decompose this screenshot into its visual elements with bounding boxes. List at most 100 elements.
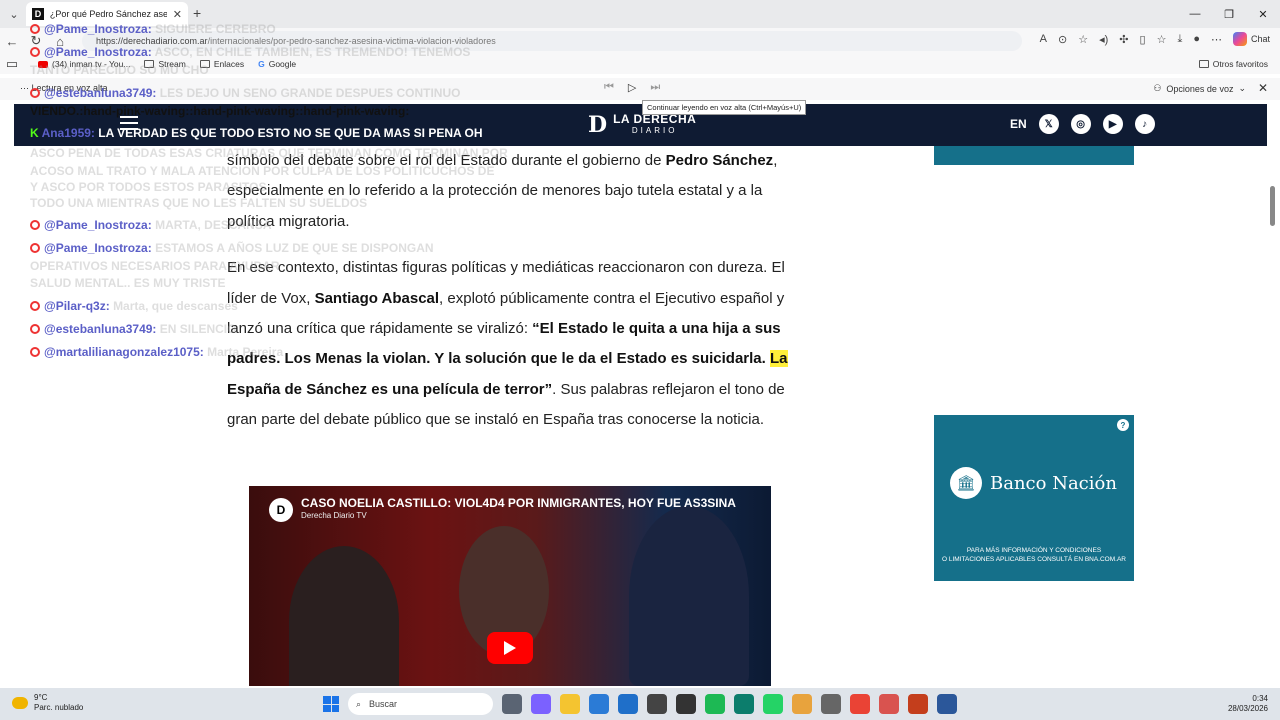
time: 0:34: [1252, 694, 1268, 703]
app-icon[interactable]: [705, 694, 725, 714]
bank-icon: 🏛: [950, 467, 982, 499]
taskbar-search[interactable]: ⌕ Buscar: [348, 693, 493, 715]
collections-icon[interactable]: ☆: [1157, 33, 1167, 46]
windows-start-icon[interactable]: [323, 696, 339, 712]
chat-text: TANTO PARECIDO SO MU CHO: [30, 63, 209, 77]
chat-message: ASCO PENA DE TODAS ESAS CRIATURAS QUE TE…: [30, 146, 508, 160]
chevron-down-icon: ⌄: [1238, 83, 1246, 93]
close-window-icon[interactable]: ✕: [1246, 0, 1280, 28]
chat-text: SIGUIERE CEREBRO: [155, 22, 276, 36]
new-tab-icon[interactable]: +: [193, 5, 201, 21]
chat-message: @Pame_Inostroza: MARTA, DESCANSA: [30, 218, 272, 232]
chat-message: TODO UNA MIENTRAS QUE NO LES FALTEN SU S…: [30, 196, 367, 210]
copilot-chat-button[interactable]: Chat: [1232, 32, 1270, 46]
whatsapp-icon[interactable]: [763, 694, 783, 714]
kick-icon: K: [30, 126, 39, 140]
chat-message: TANTO PARECIDO SO MU CHO: [30, 63, 209, 77]
channel-avatar[interactable]: D: [269, 498, 293, 522]
chat-user: @Pame_Inostroza:: [44, 45, 152, 59]
chat-user: @Pame_Inostroza:: [44, 22, 152, 36]
close-tab-icon[interactable]: ✕: [173, 8, 182, 21]
other-favorites[interactable]: Otros favoritos: [1198, 59, 1268, 69]
youtube-icon: [30, 24, 40, 34]
chat-text: VIENDO.:hand-pink-waving::hand-pink-wavi…: [30, 104, 410, 118]
task-view-icon[interactable]: [502, 694, 522, 714]
ad-info-icon[interactable]: ?: [1117, 419, 1129, 431]
extensions-icon[interactable]: ⊙: [1058, 33, 1067, 46]
system-clock[interactable]: 0:34 28/03/2026: [1228, 694, 1268, 714]
edge-icon[interactable]: [734, 694, 754, 714]
tab-list-icon[interactable]: ▭: [0, 56, 24, 72]
voice-options-button[interactable]: ⚇ Opciones de voz ⌄: [1153, 83, 1246, 94]
favorite-label: Google: [268, 59, 297, 69]
favorite-star-icon[interactable]: ☆: [1078, 33, 1088, 46]
chat-message: VIENDO.:hand-pink-waving::hand-pink-wavi…: [30, 104, 409, 118]
next-paragraph-icon[interactable]: ⏭: [650, 81, 660, 94]
logo-mark-icon: D: [588, 112, 608, 138]
chrome-icon[interactable]: [792, 694, 812, 714]
more-menu-icon[interactable]: ⋯: [1211, 33, 1222, 46]
chat-text: SALUD MENTAL.. ES MUY TRISTE: [30, 276, 226, 290]
x-twitter-icon[interactable]: 𝕏: [1038, 114, 1059, 134]
play-icon: [504, 641, 516, 655]
bold-text: Santiago Abascal: [314, 289, 440, 307]
youtube-icon: [30, 220, 40, 230]
tab-actions-icon[interactable]: ⌄: [0, 0, 28, 28]
ad-banner-top[interactable]: [934, 146, 1134, 165]
minimize-icon[interactable]: —: [1178, 0, 1212, 28]
chat-message: @Pilar-q3z: Marta, que descanses: [30, 299, 238, 313]
close-read-aloud-icon[interactable]: ✕: [1258, 81, 1268, 95]
search-placeholder: Buscar: [369, 699, 398, 709]
youtube-play-button[interactable]: [487, 632, 533, 664]
split-screen-icon[interactable]: ▯: [1140, 33, 1146, 46]
maximize-icon[interactable]: ❐: [1212, 0, 1246, 28]
store-icon[interactable]: [589, 694, 609, 714]
file-explorer-icon[interactable]: [560, 694, 580, 714]
site-logo[interactable]: D LA DERECHA DIARIO: [588, 112, 696, 138]
chat-message: Y ASCO POR TODOS ESTOS PARASITOS: [30, 180, 267, 194]
weather-status: Parc. nublado: [34, 703, 84, 712]
chrome-icon[interactable]: [850, 694, 870, 714]
favorite-google[interactable]: G Google: [258, 59, 296, 69]
powerpoint-icon[interactable]: [908, 694, 928, 714]
windows-taskbar: 9°C Parc. nublado ⌕ Buscar 0:34 28/03/2026: [0, 688, 1280, 720]
download-icon[interactable]: ⤓: [1177, 33, 1182, 46]
app-icon[interactable]: [647, 694, 667, 714]
scrollbar-thumb[interactable]: [1270, 186, 1275, 226]
chat-message: @estebanluna3749: LES DEJO UN SENO GRAND…: [30, 86, 460, 100]
page-scrollbar[interactable]: [1268, 146, 1276, 686]
chat-user: Ana1959:: [41, 126, 95, 140]
mail-icon[interactable]: [618, 694, 638, 714]
youtube-icon: [30, 301, 40, 311]
video-channel[interactable]: Derecha Diario TV: [301, 511, 367, 520]
play-icon[interactable]: ▷: [628, 81, 636, 94]
instagram-icon[interactable]: ◎: [1070, 114, 1091, 134]
weather-widget[interactable]: 9°C Parc. nublado: [12, 693, 83, 713]
chat-message: @estebanluna3749: EN SILENCIO: [30, 322, 236, 336]
language-switch[interactable]: EN: [1010, 117, 1027, 131]
back-icon[interactable]: ←: [0, 34, 24, 49]
banco-nacion-ad[interactable]: ? 🏛 Banco Nación PARA MÁS INFORMACIÓN Y …: [934, 415, 1134, 581]
youtube-social-icon[interactable]: ▶: [1102, 114, 1123, 134]
google-icon: G: [258, 59, 265, 69]
video-embed[interactable]: D CASO NOELIA CASTILLO: VIOL4D4 POR INMI…: [249, 486, 771, 686]
teams-icon[interactable]: [531, 694, 551, 714]
chat-text: ASCO, EN CHILE TAMBIEN, ES TREMENDO! TEN…: [154, 45, 471, 59]
chat-text: TODO UNA MIENTRAS QUE NO LES FALTEN SU S…: [30, 196, 368, 210]
video-title[interactable]: CASO NOELIA CASTILLO: VIOL4D4 POR INMIGR…: [301, 496, 736, 510]
profile-icon[interactable]: ●: [1193, 33, 1200, 45]
youtube-icon: [30, 47, 40, 57]
youtube-icon: [30, 347, 40, 357]
previous-paragraph-icon[interactable]: ⏮: [604, 81, 614, 94]
sound-icon[interactable]: ◂): [1099, 33, 1108, 46]
tiktok-icon[interactable]: ♪: [1134, 114, 1155, 134]
chat-text: LA VERDAD ES QUE TODO ESTO NO SE QUE DA …: [98, 126, 483, 140]
active-app-icon[interactable]: [879, 694, 899, 714]
puzzle-icon[interactable]: ✣: [1119, 33, 1128, 46]
word-icon[interactable]: [937, 694, 957, 714]
read-aloud-icon[interactable]: A: [1040, 33, 1047, 45]
tab-title: ¿Por qué Pedro Sánchez asesinó a: [49, 9, 167, 19]
chat-text: Marta, que descanses: [113, 299, 238, 313]
app-icon[interactable]: [821, 694, 841, 714]
app-icon[interactable]: [676, 694, 696, 714]
